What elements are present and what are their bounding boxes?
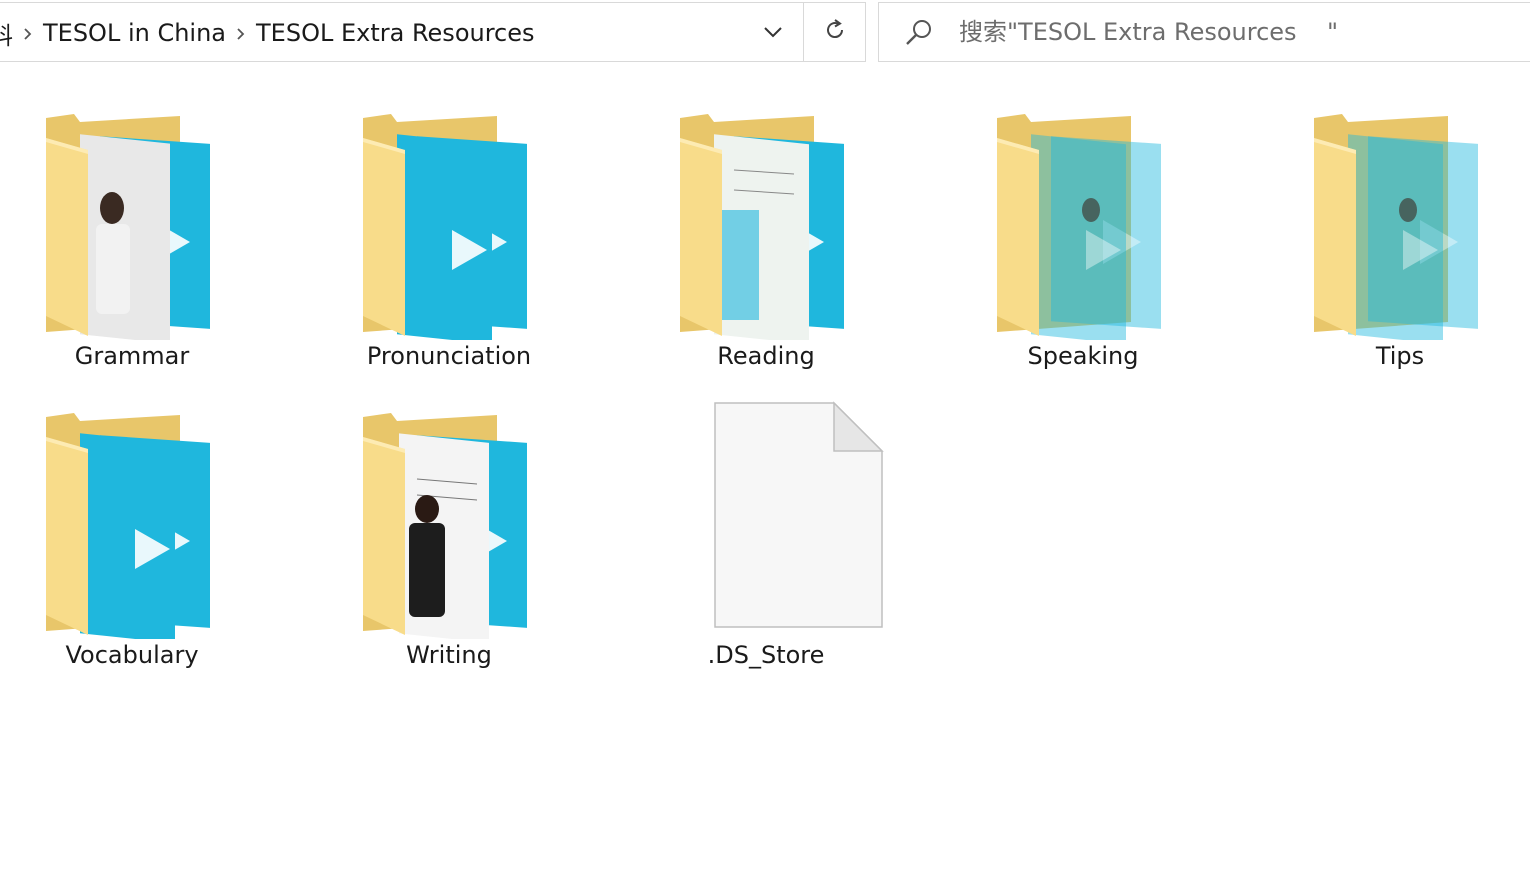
file-item[interactable]: .DS_Store (634, 399, 898, 689)
item-label: Tips (1375, 342, 1425, 370)
chevron-down-icon (763, 23, 783, 42)
file-icon (714, 401, 914, 631)
refresh-button[interactable] (803, 3, 866, 61)
folder-icon (40, 409, 240, 644)
address-dropdown-button[interactable] (743, 3, 803, 61)
breadcrumb-tesol-extra-resources[interactable]: TESOL Extra Resources (256, 19, 535, 47)
breadcrumb-tesol-in-china[interactable]: TESOL in China (43, 19, 226, 47)
folder-item[interactable]: Grammar (0, 100, 264, 390)
folder-icon (357, 409, 557, 643)
folder-item[interactable]: Reading (634, 100, 898, 390)
item-label: Reading (717, 342, 815, 370)
item-label: Pronunciation (366, 342, 532, 370)
search-icon (903, 17, 935, 49)
folder-icon (1308, 110, 1508, 345)
folder-item[interactable]: Writing (317, 399, 581, 689)
item-label: .DS_Store (707, 641, 825, 669)
item-label: Writing (406, 641, 492, 669)
address-bar[interactable]: 资料 TESOL in China TESOL Extra Resources (0, 2, 866, 62)
folder-icon (674, 110, 874, 345)
folder-icon (991, 110, 1191, 345)
navigation-bar: 资料 TESOL in China TESOL Extra Resources (0, 0, 1530, 66)
chevron-right-icon[interactable] (226, 19, 256, 47)
folder-item[interactable]: Tips (1268, 100, 1530, 390)
chevron-right-icon[interactable] (13, 19, 43, 47)
breadcrumb: 资料 TESOL in China TESOL Extra Resources (0, 3, 535, 63)
breadcrumb-partial[interactable]: 资料 (0, 16, 13, 51)
folder-item[interactable]: Vocabulary (0, 399, 264, 689)
refresh-icon (823, 18, 847, 46)
search-box[interactable]: 搜索"TESOL Extra Resources " (878, 2, 1530, 62)
search-input[interactable]: 搜索"TESOL Extra Resources " (959, 3, 1338, 61)
folder-icon (357, 110, 557, 345)
folder-item[interactable]: Speaking (951, 100, 1215, 390)
folder-icon (40, 110, 240, 344)
item-label: Grammar (74, 342, 190, 370)
item-label: Speaking (1027, 342, 1139, 370)
folder-item[interactable]: Pronunciation (317, 100, 581, 390)
item-label: Vocabulary (65, 641, 199, 669)
